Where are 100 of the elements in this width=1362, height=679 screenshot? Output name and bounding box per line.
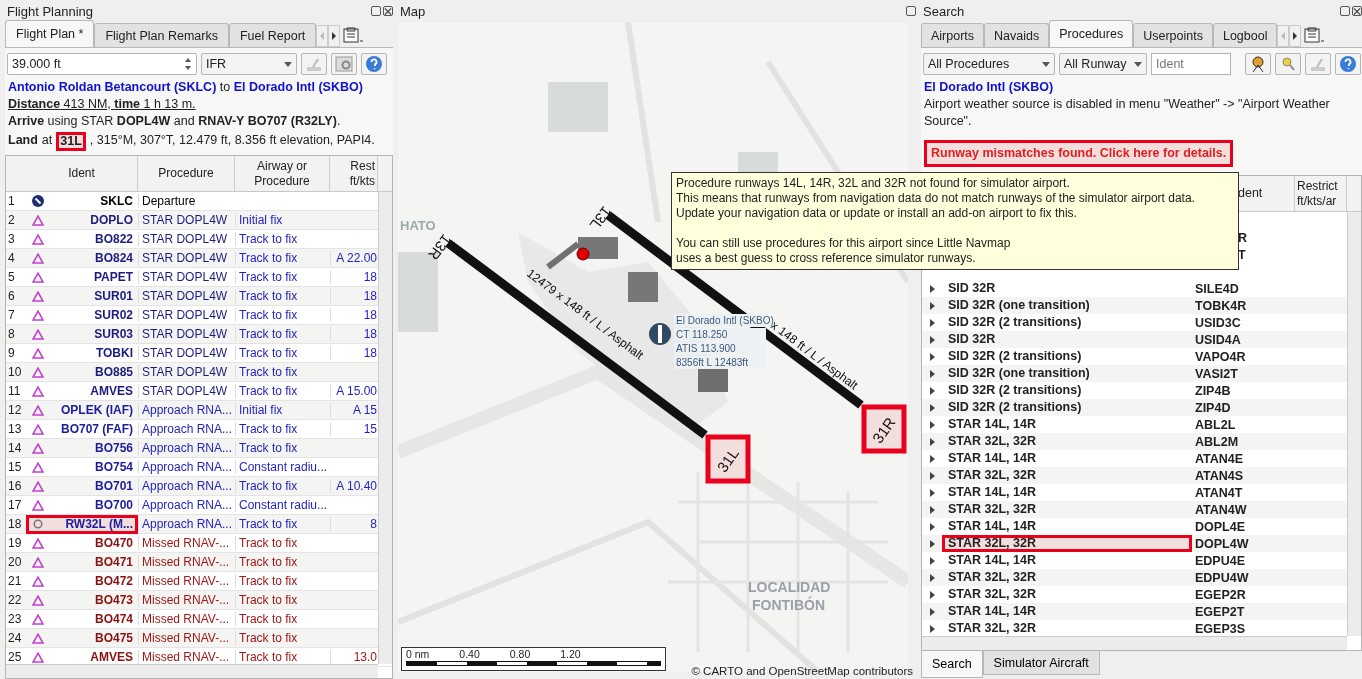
runway-mismatch-link[interactable]: Runway mismatches found. Click here for details. [924, 140, 1234, 167]
tab[interactable]: Flight Plan Remarks [94, 23, 229, 47]
restriction-cell: 18 [363, 289, 377, 303]
help-icon[interactable] [1335, 53, 1361, 75]
caret-icon[interactable] [284, 61, 292, 67]
restriction-cell: 18 [363, 270, 377, 284]
float-icon[interactable] [906, 6, 916, 16]
ident-cell-text: EDPU4E [1194, 553, 1247, 568]
leg-cell: Track to fix [239, 327, 298, 341]
description-cell-text: SID 32R (one transition) [947, 365, 1091, 382]
ident-cell-text: ATAN4E [1194, 451, 1245, 466]
tab[interactable]: Logbool [1212, 23, 1278, 47]
caret-icon[interactable] [1042, 61, 1050, 67]
leg-cell: Constant radiu... [239, 498, 328, 512]
triangle-icon [32, 404, 44, 416]
tab[interactable]: Airports [921, 23, 985, 47]
horizontal-scrollbar[interactable] [922, 636, 1347, 650]
altitude-spinbox[interactable]: 39.000 ft [7, 53, 197, 75]
column-header[interactable]: Ident [26, 156, 138, 191]
leg-cell: Track to fix [239, 555, 298, 569]
ident-cell-text: BO707 (FAF) [60, 422, 134, 436]
close-icon[interactable] [1352, 6, 1362, 16]
tab[interactable]: Userpoints [1133, 23, 1213, 47]
restriction-cell: 18 [363, 346, 377, 360]
column-header[interactable]: Rest ft/kts [330, 156, 378, 191]
float-icon[interactable] [1340, 6, 1350, 16]
description-cell-text: SID 32R (2 transitions) [947, 314, 1083, 331]
description-cell-text: STAR 32L, 32R [947, 586, 1037, 603]
column-header[interactable]: Airway or Procedure [235, 156, 330, 191]
leg-cell: Initial fix [239, 403, 283, 417]
destination-airport-link[interactable]: El Dorado Intl (SKBO) [233, 80, 363, 94]
procedure-cell: STAR DOPL4W [138, 289, 235, 303]
spin-arrows-icon[interactable] [184, 57, 192, 71]
procedure-type-dropdown[interactable]: All Procedures [923, 53, 1055, 75]
vertical-scrollbar[interactable] [1347, 212, 1361, 636]
column-header[interactable]: Restrict ft/kts/ar [1295, 176, 1347, 211]
description-cell-text: STAR 14L, 14R [947, 603, 1037, 620]
ident-cell-text: T [1237, 247, 1247, 262]
person-icon[interactable] [1245, 53, 1271, 75]
tab[interactable]: Simulator Aircraft [982, 651, 1100, 675]
ident-cell-text: BO701 [93, 479, 134, 493]
weather-note: Airport weather source is disabled in menu "Weather" -> "Airport Weather Source". [924, 96, 1331, 130]
procedure-cell: Approach RNA... [138, 403, 235, 417]
leg-cell: Track to fix [239, 574, 298, 588]
vertical-scrollbar[interactable] [378, 192, 392, 664]
close-icon[interactable] [383, 6, 393, 16]
leg-cell: Track to fix [239, 308, 298, 322]
ident-cell-text: TOBK4R [1194, 298, 1248, 313]
ident-cell-text: BO756 [93, 441, 134, 455]
departure-airport-link[interactable]: Antonio Roldan Betancourt (SKLC) [8, 80, 217, 94]
tab-scroll-right-icon[interactable] [328, 25, 341, 47]
row-number: 23 [7, 612, 23, 626]
place-label: HATO [400, 218, 436, 233]
tab[interactable]: Flight Plan * [5, 20, 95, 47]
ident-cell-text: ABL2L [1194, 417, 1237, 432]
horizontal-scrollbar[interactable] [6, 664, 378, 678]
ident-cell-text: AMVES [89, 384, 134, 398]
ident-field[interactable]: Ident [1151, 53, 1231, 75]
airport-icon [32, 195, 44, 207]
description-cell-text: STAR 14L, 14R [947, 416, 1037, 433]
ident-cell-text: ATAN4S [1194, 468, 1245, 483]
leg-cell: Track to fix [239, 479, 298, 493]
ident-cell-text: BO473 [93, 593, 134, 607]
ident-cell-text: VAPO4R [1194, 349, 1247, 364]
restriction-cell: A 10.40 [336, 479, 377, 493]
ident-cell-text: SUR03 [93, 327, 134, 341]
flight-rules-dropdown[interactable]: IFR [201, 53, 297, 75]
procedure-cell: Missed RNAV-... [138, 612, 235, 626]
triangle-icon [32, 423, 44, 435]
description-cell-text: STAR 14L, 14R [947, 450, 1037, 467]
ident-cell-text: RW32L (M... [64, 517, 134, 531]
leg-cell: Track to fix [239, 612, 298, 626]
column-header[interactable]: Procedure [138, 156, 235, 191]
row-number: 11 [7, 384, 22, 398]
runway-dropdown[interactable]: All Runway [1059, 53, 1147, 75]
caret-icon[interactable] [1134, 61, 1142, 67]
procedure-cell: STAR DOPL4W [138, 384, 235, 398]
tab[interactable]: Fuel Report [228, 23, 317, 47]
tab[interactable]: Navaids [984, 23, 1050, 47]
row-number: 7 [7, 308, 16, 322]
tab-scroll-right-icon[interactable] [1289, 25, 1302, 47]
description-cell-text: STAR 32L, 32R [947, 620, 1037, 637]
ident-cell-text: R [1237, 230, 1249, 245]
scale-label: 0.40 [459, 648, 480, 660]
ident-cell-text: DOPLO [89, 213, 134, 227]
float-icon[interactable] [371, 6, 381, 16]
help-icon[interactable] [361, 53, 387, 75]
triangle-icon [32, 632, 44, 644]
procedure-cell: Missed RNAV-... [138, 555, 235, 569]
procedure-cell: Approach RNA... [138, 422, 235, 436]
description-cell-text: STAR 14L, 14R [947, 552, 1037, 569]
procedure-cell: Approach RNA... [138, 441, 235, 455]
location-marker-icon [576, 247, 590, 261]
panel-title: Map [400, 3, 426, 19]
airport-link[interactable]: El Dorado Intl (SKBO) [924, 79, 1054, 96]
tab[interactable]: Search [921, 651, 983, 678]
magnifier-icon[interactable] [1275, 53, 1301, 75]
restriction-cell: 18 [363, 308, 377, 322]
row-number: 24 [7, 631, 23, 645]
tab[interactable]: Procedures [1049, 20, 1134, 47]
